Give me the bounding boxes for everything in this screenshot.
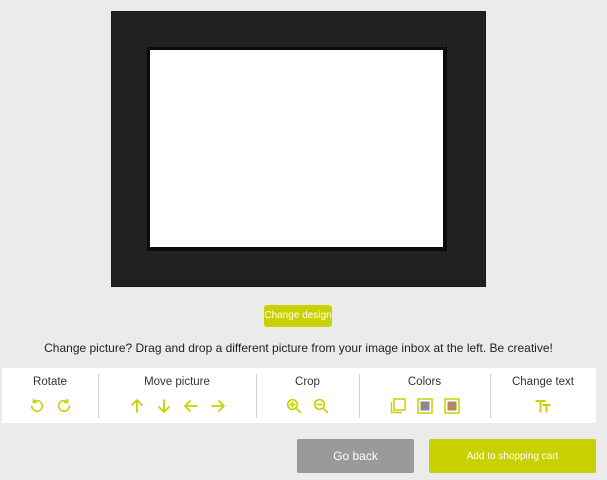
move-picture-title: Move picture <box>144 376 210 388</box>
arrow-right-icon[interactable] <box>209 397 227 415</box>
zoom-out-icon[interactable] <box>312 397 330 415</box>
move-picture-group: Move picture <box>98 368 256 423</box>
change-text-title: Change text <box>511 376 574 388</box>
frame-dark-icon[interactable] <box>416 397 434 415</box>
photo-placeholder <box>150 50 443 247</box>
photo-drop-area[interactable] <box>147 47 447 251</box>
edit-toolbar: Rotate Move picture Crop Colors Change t… <box>2 368 596 423</box>
text-size-icon[interactable] <box>534 397 552 415</box>
colors-group: Colors <box>359 368 490 423</box>
card-preview <box>111 11 486 287</box>
arrow-left-icon[interactable] <box>182 397 200 415</box>
go-back-button[interactable]: Go back <box>297 439 414 473</box>
rotate-title: Rotate <box>33 376 67 388</box>
crop-title: Crop <box>295 376 320 388</box>
drag-drop-hint: Change picture? Drag and drop a differen… <box>44 341 553 355</box>
frame-color-icon[interactable] <box>443 397 461 415</box>
add-to-cart-button[interactable]: Add to shopping cart <box>429 439 596 473</box>
rotate-left-icon[interactable] <box>28 397 46 415</box>
rotate-right-icon[interactable] <box>55 397 73 415</box>
arrow-down-icon[interactable] <box>155 397 173 415</box>
colors-title: Colors <box>407 376 442 388</box>
change-text-group: Change text <box>490 368 596 423</box>
rotate-group: Rotate <box>2 368 98 423</box>
zoom-in-icon[interactable] <box>285 397 303 415</box>
crop-group: Crop <box>256 368 359 423</box>
arrow-up-icon[interactable] <box>128 397 146 415</box>
change-design-button[interactable]: Change design <box>264 305 332 327</box>
frame-white-icon[interactable] <box>389 397 407 415</box>
